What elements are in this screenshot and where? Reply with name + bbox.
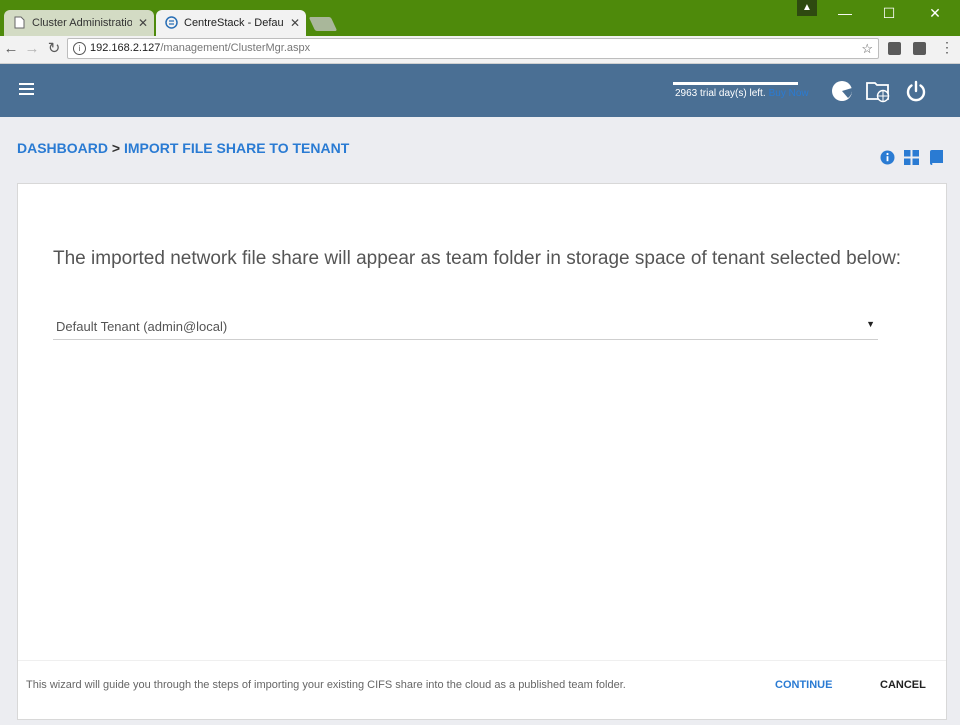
url-host: 192.168.2.127 bbox=[90, 42, 161, 54]
minimize-icon[interactable]: — bbox=[822, 3, 868, 23]
wizard-card: The imported network file share will app… bbox=[17, 183, 947, 720]
wizard-description: This wizard will guide you through the s… bbox=[26, 679, 626, 691]
extension-icon[interactable] bbox=[913, 42, 926, 55]
trial-progress-bar bbox=[673, 82, 798, 85]
breadcrumb-separator: > bbox=[111, 140, 121, 156]
reload-icon[interactable]: ↻ bbox=[45, 40, 63, 58]
back-arrow-icon[interactable]: ← bbox=[2, 40, 20, 58]
centrestack-icon bbox=[165, 16, 178, 29]
dropdown-arrow-icon[interactable]: ▼ bbox=[866, 319, 875, 329]
window-close-icon[interactable]: ✕ bbox=[912, 3, 958, 23]
grid-view-icon[interactable] bbox=[904, 150, 919, 165]
wizard-footer: This wizard will guide you through the s… bbox=[18, 660, 946, 720]
breadcrumb-dashboard[interactable]: DASHBOARD bbox=[17, 140, 108, 156]
tab-centrestack[interactable]: CentreStack - Default Clu ✕ bbox=[156, 10, 306, 36]
cancel-button[interactable]: CANCEL bbox=[880, 679, 926, 691]
app-header: 2963 trial day(s) left. Buy Now bbox=[0, 64, 960, 117]
trial-status: 2963 trial day(s) left. Buy Now bbox=[675, 88, 809, 99]
address-bar[interactable]: i 192.168.2.127/management/ClusterMgr.as… bbox=[67, 38, 879, 59]
tenant-select-value: Default Tenant (admin@local) bbox=[56, 319, 228, 334]
close-icon[interactable]: ✕ bbox=[138, 10, 148, 36]
page-icon bbox=[14, 16, 25, 29]
tab-title: CentreStack - Default Clu bbox=[184, 17, 284, 29]
new-tab-button[interactable] bbox=[308, 17, 338, 31]
browser-toolbar: ← → ↻ i 192.168.2.127/management/Cluster… bbox=[0, 36, 960, 64]
buy-now-link[interactable]: Buy Now bbox=[769, 88, 809, 99]
browser-menu-icon[interactable]: ⋮ bbox=[940, 39, 954, 56]
tenant-select[interactable]: Default Tenant (admin@local) ▼ bbox=[53, 311, 878, 340]
trial-days-text: 2963 trial day(s) left. bbox=[675, 88, 766, 99]
profile-icon[interactable]: ▲ bbox=[797, 0, 817, 16]
maximize-icon[interactable]: ☐ bbox=[866, 3, 912, 23]
forward-arrow-icon[interactable]: → bbox=[23, 40, 41, 58]
breadcrumb: DASHBOARD > IMPORT FILE SHARE TO TENANT bbox=[17, 140, 349, 156]
browser-titlebar: Cluster Administration – ✕ CentreStack -… bbox=[0, 0, 960, 36]
info-icon[interactable]: i bbox=[73, 42, 86, 55]
close-icon[interactable]: ✕ bbox=[290, 10, 300, 36]
extension-icon[interactable] bbox=[888, 42, 901, 55]
hamburger-menu-icon[interactable] bbox=[19, 83, 34, 98]
wizard-heading: The imported network file share will app… bbox=[53, 248, 902, 269]
breadcrumb-current: IMPORT FILE SHARE TO TENANT bbox=[123, 140, 350, 156]
tab-cluster-administration[interactable]: Cluster Administration – ✕ bbox=[4, 10, 154, 36]
url-path: /management/ClusterMgr.aspx bbox=[160, 42, 311, 54]
tab-title: Cluster Administration – bbox=[32, 17, 132, 29]
folder-globe-icon[interactable] bbox=[866, 79, 890, 103]
power-icon[interactable] bbox=[904, 79, 928, 103]
info-circle-icon[interactable] bbox=[880, 150, 895, 165]
book-icon[interactable] bbox=[929, 150, 944, 165]
bookmark-star-icon[interactable]: ☆ bbox=[861, 39, 873, 58]
continue-button[interactable]: CONTINUE bbox=[775, 679, 832, 691]
report-icon[interactable] bbox=[830, 79, 854, 103]
